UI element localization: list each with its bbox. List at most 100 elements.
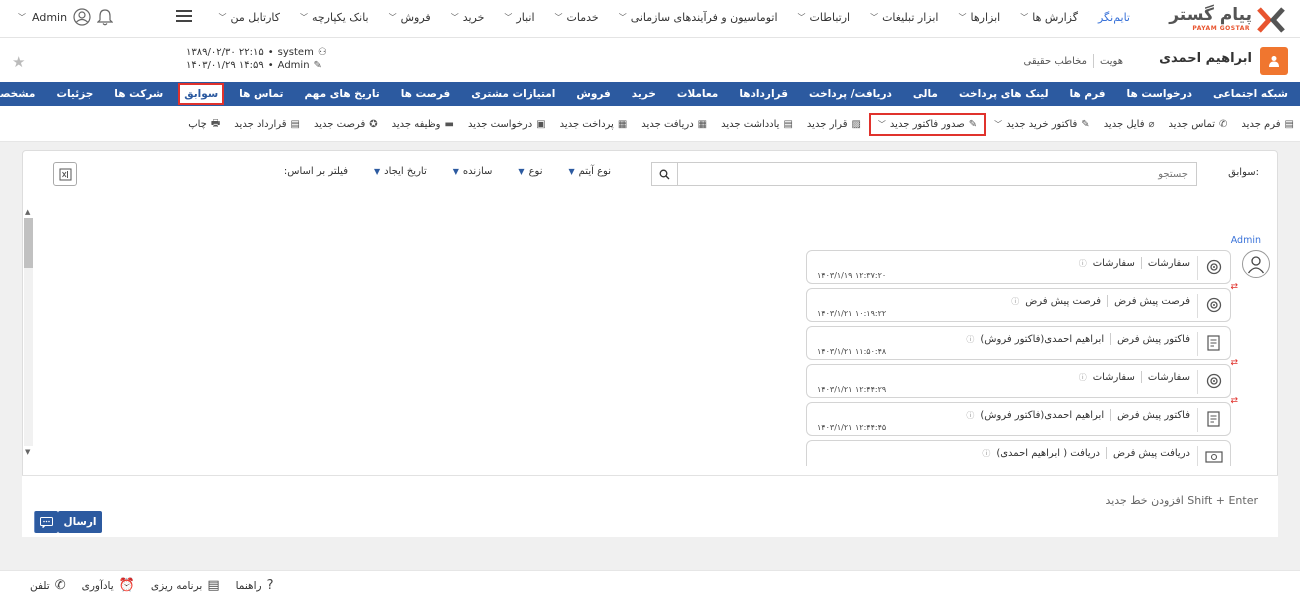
- action-12[interactable]: ✆ تماس جدید: [1169, 119, 1228, 130]
- footer-item-2[interactable]: ▤ برنامه ریزی: [151, 578, 220, 593]
- entry-text: فرصت پیش فرض فرصت پیش فرض ⓘ: [1011, 295, 1190, 307]
- nav-item-6[interactable]: اتوماسیون و فرآیندهای سازمانی ﹀: [619, 11, 778, 24]
- info-icon[interactable]: ⓘ: [1079, 372, 1087, 383]
- action-5[interactable]: ▦ پرداخت جدید: [560, 119, 628, 130]
- tab-3[interactable]: سوابق: [178, 83, 225, 105]
- author-name[interactable]: Admin: [1231, 235, 1261, 246]
- action-8[interactable]: ▨ قرار جدید: [807, 119, 861, 130]
- note-icon: ▤: [783, 119, 793, 130]
- entry-title[interactable]: دریافت ( ابراهیم احمدی): [996, 448, 1100, 459]
- nav-item-8[interactable]: ابزار تبلیغات ﹀: [870, 11, 938, 24]
- action-2[interactable]: ✪ فرصت جدید: [314, 119, 378, 130]
- divider: [1197, 332, 1198, 356]
- filter-dropdown-3[interactable]: نوع آیتم ▼: [569, 166, 612, 177]
- user-menu[interactable]: ﹀ Admin: [18, 8, 114, 26]
- tab-7[interactable]: امتیازات مشتری: [467, 85, 559, 103]
- info-icon[interactable]: ⓘ: [982, 448, 990, 459]
- tab-11[interactable]: قراردادها: [735, 85, 792, 103]
- tab-2[interactable]: شرکت ها: [110, 85, 167, 103]
- action-0[interactable]: 🖶 چاپ: [188, 116, 220, 133]
- filter-dropdown-2[interactable]: نوع ▼: [518, 166, 542, 177]
- action-label: قرار جدید: [806, 119, 848, 130]
- created-by: system: [277, 47, 314, 58]
- entry-title[interactable]: سفارشات: [1093, 372, 1135, 383]
- tab-12[interactable]: دریافت/ پرداخت: [805, 85, 896, 103]
- nav-item-label: اتوماسیون و فرآیندهای سازمانی: [630, 10, 778, 24]
- nav-item-7[interactable]: ارتباطات ﹀: [798, 11, 851, 24]
- action-10[interactable]: ✎ فاکتور خرید جدید ﹀: [994, 119, 1090, 130]
- history-entry[interactable]: فرصت پیش فرض فرصت پیش فرض ⓘ ۱۴۰۳/۱/۲۱ ۱۰:۱۹…: [806, 282, 1238, 322]
- send-button[interactable]: ارسال: [58, 511, 102, 533]
- nav-item-10[interactable]: گزارش ها ﹀: [1020, 11, 1078, 24]
- tab-17[interactable]: شبکه اجتماعی: [1209, 85, 1292, 103]
- tab-1[interactable]: جزئیات: [52, 85, 97, 103]
- search-icon[interactable]: [651, 162, 677, 186]
- excel-export-icon[interactable]: [53, 162, 77, 186]
- entry-title[interactable]: فرصت پیش فرض: [1025, 296, 1101, 307]
- nav-item-11[interactable]: تایم‌نگر: [1098, 11, 1130, 24]
- filter-dropdown-0[interactable]: تاریخ ایجاد ▼: [374, 166, 427, 177]
- action-1[interactable]: ▤ قرارداد جدید: [234, 119, 300, 130]
- footer-item-1[interactable]: ⏰ یادآوری: [82, 578, 135, 593]
- action-9[interactable]: ✎ صدور فاکتور جدید ﹀: [868, 113, 987, 136]
- history-entry[interactable]: سفارشات سفارشات ⓘ ۱۴۰۳/۱/۲۱ ۱۲:۴۴:۲۹ ⇄: [806, 358, 1238, 398]
- tab-0[interactable]: مشخصات: [0, 85, 39, 103]
- history-entry[interactable]: فاکتور پیش فرض ابراهیم احمدی(فاکتور فروش)…: [806, 396, 1238, 436]
- chevron-down-icon[interactable]: ﹀: [878, 119, 886, 130]
- nav-item-5[interactable]: خدمات ﹀: [555, 11, 599, 24]
- person-name: ابراهیم احمدی: [1159, 51, 1252, 66]
- entry-title[interactable]: ابراهیم احمدی(فاکتور فروش): [980, 410, 1104, 421]
- tab-6[interactable]: فرصت ها: [397, 85, 455, 103]
- action-4[interactable]: ▣ درخواست جدید: [468, 119, 546, 130]
- tab-13[interactable]: مالی: [909, 85, 942, 103]
- nav-item-0[interactable]: کارتابل من ﹀: [219, 11, 280, 24]
- action-3[interactable]: ▬ وظیفه جدید: [392, 119, 454, 130]
- tab-4[interactable]: تماس ها: [235, 85, 287, 103]
- search-input[interactable]: [677, 162, 1197, 186]
- info-icon[interactable]: ⓘ: [1011, 296, 1019, 307]
- footer-item-3[interactable]: ? راهنما: [236, 578, 274, 593]
- nav-item-4[interactable]: انبار ﹀: [504, 11, 534, 24]
- history-entry[interactable]: فاکتور پیش فرض ابراهیم احمدی(فاکتور فروش)…: [806, 326, 1231, 360]
- nav-item-3[interactable]: خرید ﹀: [451, 11, 485, 24]
- action-11[interactable]: ⌀ فایل جدید: [1104, 119, 1155, 130]
- composer-input[interactable]: Shift + Enter افزودن خط جدید: [1105, 494, 1258, 507]
- tab-10[interactable]: معاملات: [673, 85, 722, 103]
- bell-icon[interactable]: [97, 8, 114, 26]
- modified-by: Admin: [277, 60, 310, 71]
- caret-down-icon: ▼: [518, 167, 525, 176]
- favorite-star-icon[interactable]: ★: [12, 53, 25, 71]
- filter-dropdown-1[interactable]: سازنده ▼: [453, 166, 493, 177]
- nav-item-1[interactable]: بانک یکپارچه ﹀: [300, 11, 369, 24]
- tab-5[interactable]: تاریخ های مهم: [300, 85, 383, 103]
- history-entry[interactable]: دریافت پیش فرض دریافت ( ابراهیم احمدی) ⓘ: [806, 440, 1231, 466]
- entry-title[interactable]: سفارشات: [1093, 258, 1135, 269]
- brand-logo[interactable]: پیام گستر PAYAM GOSTAR: [1146, 4, 1286, 34]
- appointment-icon: ▨: [851, 119, 861, 130]
- hamburger-menu-icon[interactable]: [176, 10, 192, 22]
- info-icon[interactable]: ⓘ: [1079, 258, 1087, 269]
- action-13[interactable]: ▤ فرم جدید: [1241, 119, 1294, 130]
- tab-15[interactable]: فرم ها: [1066, 85, 1110, 103]
- history-entry[interactable]: سفارشات سفارشات ⓘ ۱۴۰۳/۱/۱۹ ۱۲:۳۷:۲۰: [806, 250, 1231, 284]
- tab-14[interactable]: لینک های پرداخت: [955, 85, 1053, 103]
- entry-title[interactable]: ابراهیم احمدی(فاکتور فروش): [980, 334, 1104, 345]
- nav-item-2[interactable]: فروش ﹀: [389, 11, 431, 24]
- info-icon[interactable]: ⓘ: [966, 334, 974, 345]
- print-icon: 🖶: [210, 118, 221, 129]
- nav-item-label: خدمات: [566, 10, 599, 24]
- tab-16[interactable]: درخواست ها: [1123, 85, 1197, 103]
- divider: [1197, 408, 1198, 432]
- entry-date: ۱۴۰۳/۱/۲۱ ۱۱:۵۰:۴۸: [817, 347, 887, 356]
- tab-9[interactable]: خرید: [628, 85, 660, 103]
- tab-8[interactable]: فروش: [572, 85, 614, 103]
- action-7[interactable]: ▤ یادداشت جدید: [721, 119, 793, 130]
- action-6[interactable]: ▦ دریافت جدید: [641, 119, 707, 130]
- chevron-down-icon[interactable]: ﹀: [994, 119, 1002, 130]
- entry-type: فاکتور پیش فرض: [1117, 333, 1190, 345]
- info-icon[interactable]: ⓘ: [966, 410, 974, 421]
- chat-emoji-icon[interactable]: [34, 511, 58, 533]
- nav-item-9[interactable]: ابزارها ﹀: [959, 11, 1001, 24]
- footer-item-0[interactable]: ✆ تلفن: [30, 578, 66, 593]
- action-label: فرصت جدید: [313, 119, 366, 130]
